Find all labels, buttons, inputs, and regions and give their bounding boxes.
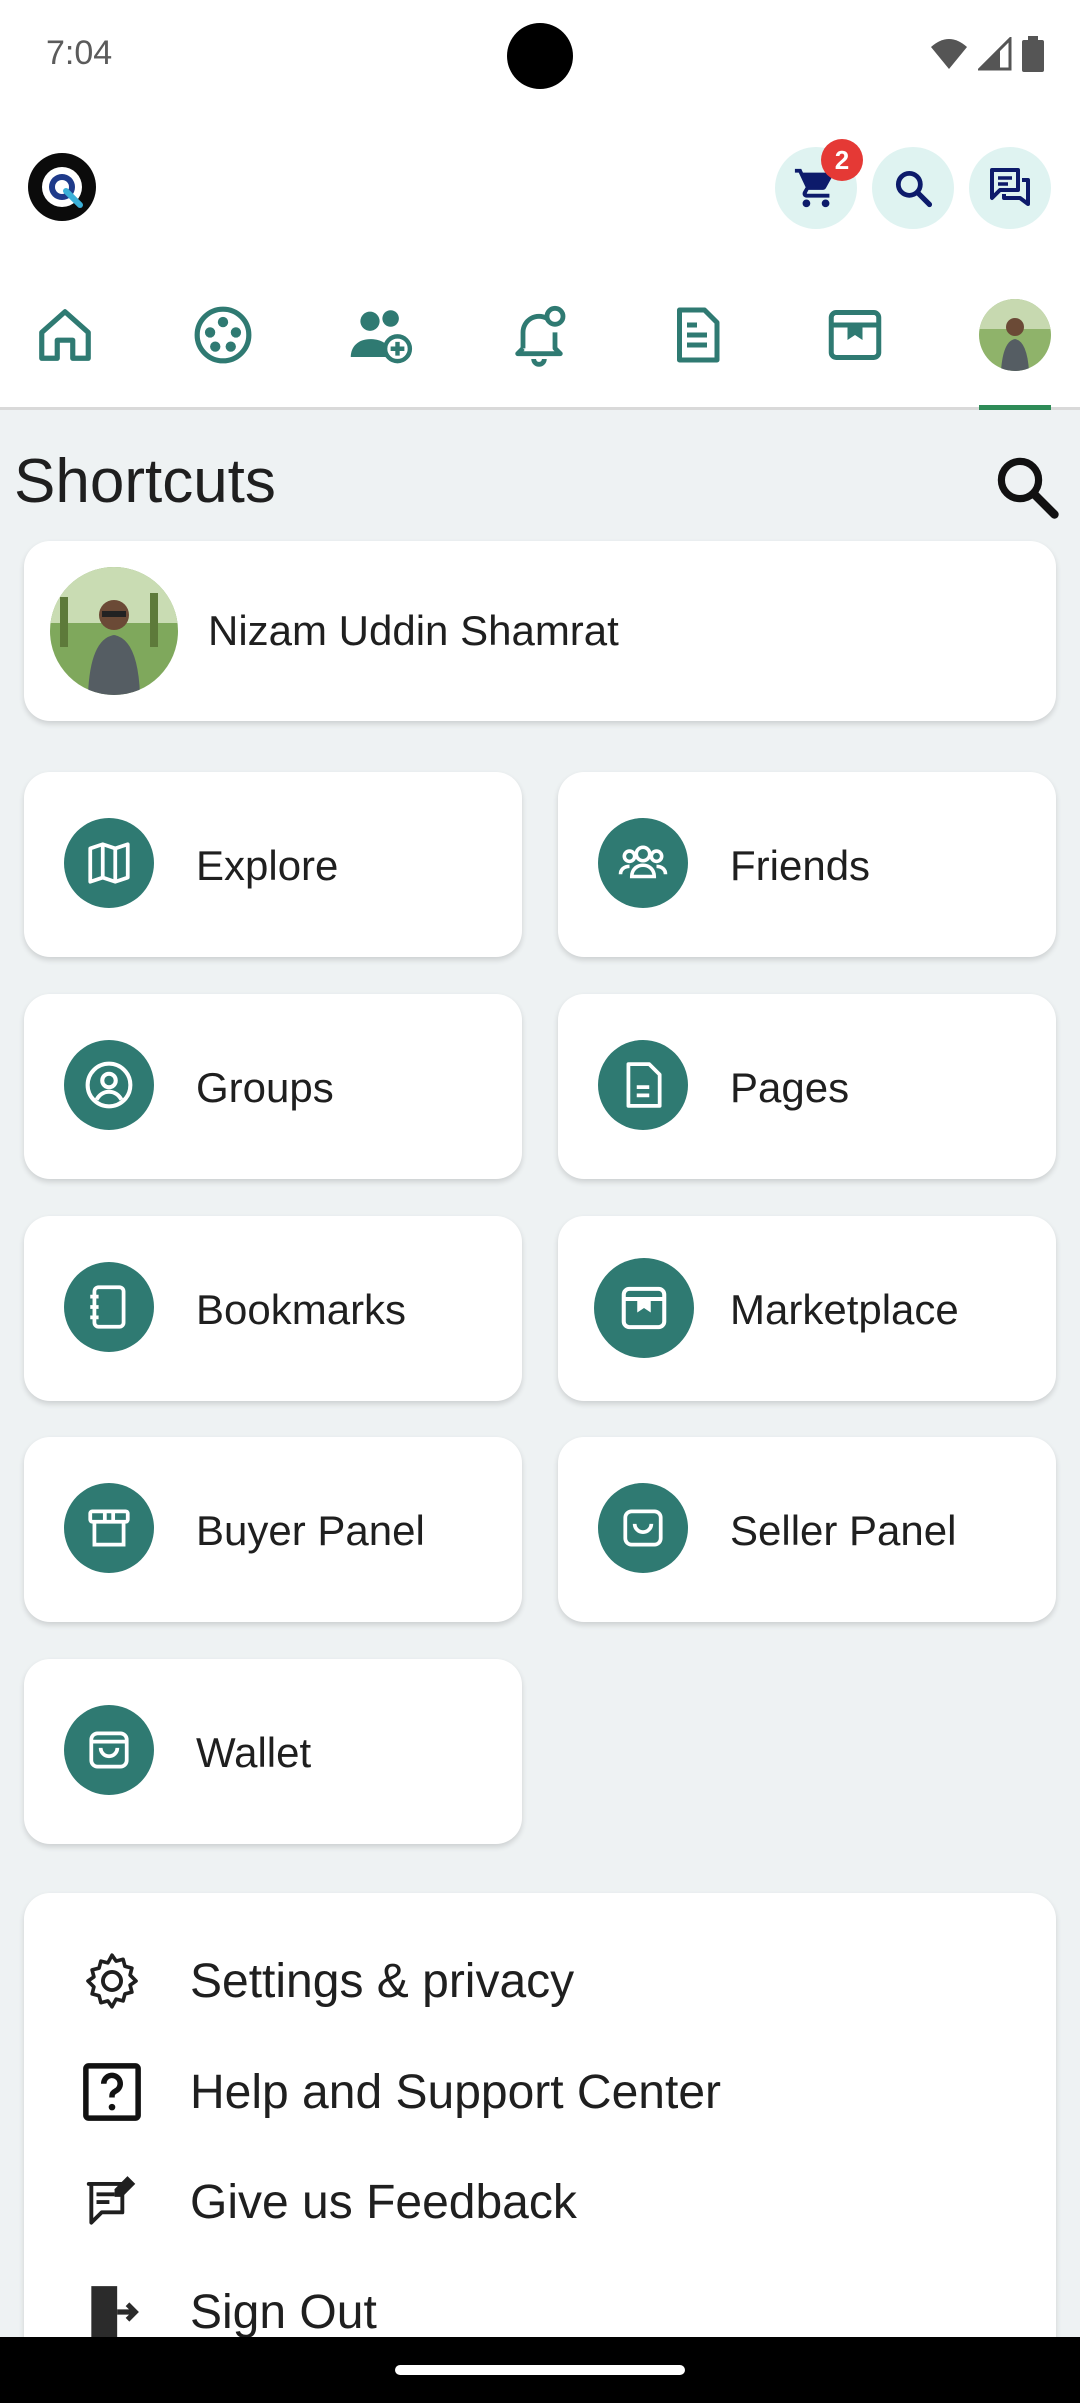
- search-icon: [895, 170, 933, 208]
- nav-profile[interactable]: [970, 290, 1060, 380]
- shortcut-label: Seller Panel: [730, 1507, 957, 1554]
- nav-notifications[interactable]: [494, 290, 584, 380]
- store-icon: [594, 1258, 694, 1358]
- nav-friends[interactable]: [336, 290, 426, 380]
- bell-icon: [515, 305, 566, 367]
- document-icon: [677, 307, 720, 363]
- bag-icon: [598, 1483, 688, 1573]
- wallet-icon: [64, 1705, 154, 1795]
- box-icon: [64, 1483, 154, 1573]
- nav-marketplace[interactable]: [810, 290, 900, 380]
- settings-menu: Settings & privacy Help and Support Cent…: [24, 1893, 1056, 2353]
- status-icons: [930, 36, 1044, 72]
- shortcut-friends[interactable]: Friends: [558, 772, 1056, 957]
- profile-name: Nizam Uddin Shamrat: [208, 607, 619, 654]
- shortcut-label: Groups: [196, 1064, 334, 1111]
- chat-icon: [990, 168, 1030, 206]
- system-navigation-bar: [0, 2337, 1080, 2403]
- menu-label: Sign Out: [190, 2285, 377, 2339]
- nav-active-indicator: [979, 405, 1051, 410]
- shortcut-pages[interactable]: Pages: [558, 994, 1056, 1179]
- shortcut-label: Wallet: [196, 1729, 312, 1776]
- store-icon: [828, 310, 882, 360]
- document-icon: [598, 1040, 688, 1130]
- shortcut-marketplace[interactable]: Marketplace: [558, 1216, 1056, 1401]
- profile-avatar-small: [979, 299, 1051, 371]
- cart-button[interactable]: 2: [775, 139, 863, 229]
- search-button[interactable]: [872, 147, 954, 229]
- friends-add-icon: [350, 310, 413, 364]
- signal-icon: [978, 37, 1012, 71]
- messages-button[interactable]: [969, 147, 1051, 229]
- map-icon: [64, 818, 154, 908]
- menu-label: Help and Support Center: [190, 2065, 721, 2119]
- shortcut-buyer-panel[interactable]: Buyer Panel: [24, 1437, 522, 1622]
- menu-label: Settings & privacy: [190, 1954, 575, 2008]
- shortcut-bookmarks[interactable]: Bookmarks: [24, 1216, 522, 1401]
- menu-settings-privacy[interactable]: Settings & privacy: [76, 1941, 574, 2021]
- avatar: [50, 567, 178, 695]
- top-navigation: [0, 260, 1080, 410]
- shortcut-label: Pages: [730, 1064, 850, 1111]
- search-icon: [997, 457, 1059, 519]
- notebook-icon: [64, 1262, 154, 1352]
- status-time: 7:04: [46, 34, 113, 72]
- shortcut-label: Bookmarks: [196, 1286, 407, 1333]
- nav-reels[interactable]: [178, 290, 268, 380]
- film-reel-icon: [194, 306, 252, 364]
- shortcut-label: Explore: [196, 842, 339, 889]
- shortcut-explore[interactable]: Explore: [24, 772, 522, 957]
- shortcut-groups[interactable]: Groups: [24, 994, 522, 1179]
- shortcut-label: Buyer Panel: [196, 1507, 425, 1554]
- gear-icon: [76, 1945, 148, 2017]
- nav-home[interactable]: [20, 290, 110, 380]
- feedback-icon: [76, 2166, 148, 2238]
- page-title: Shortcuts: [14, 447, 276, 516]
- logo-icon: [42, 167, 83, 208]
- menu-label: Give us Feedback: [190, 2175, 577, 2229]
- cart-badge: 2: [821, 139, 863, 181]
- group-icon: [598, 818, 688, 908]
- status-bar: 7:04: [0, 0, 1080, 115]
- battery-icon: [1022, 36, 1044, 72]
- home-gesture-handle[interactable]: [395, 2365, 685, 2375]
- menu-help-support[interactable]: Help and Support Center: [76, 2052, 721, 2132]
- camera-cutout: [507, 23, 573, 89]
- shortcuts-search-button[interactable]: [990, 450, 1062, 522]
- app-header: 2: [0, 115, 1080, 260]
- user-circle-icon: [64, 1040, 154, 1130]
- shortcut-label: Marketplace: [730, 1286, 959, 1333]
- shortcut-seller-panel[interactable]: Seller Panel: [558, 1437, 1056, 1622]
- menu-feedback[interactable]: Give us Feedback: [76, 2162, 577, 2242]
- shortcut-label: Friends: [730, 842, 871, 889]
- shortcut-wallet[interactable]: Wallet: [24, 1659, 522, 1844]
- app-logo[interactable]: [28, 153, 96, 221]
- nav-pages[interactable]: [652, 290, 742, 380]
- home-icon: [39, 309, 91, 361]
- profile-card[interactable]: Nizam Uddin Shamrat: [24, 541, 1056, 721]
- wifi-icon: [931, 39, 967, 69]
- help-icon: [76, 2056, 148, 2128]
